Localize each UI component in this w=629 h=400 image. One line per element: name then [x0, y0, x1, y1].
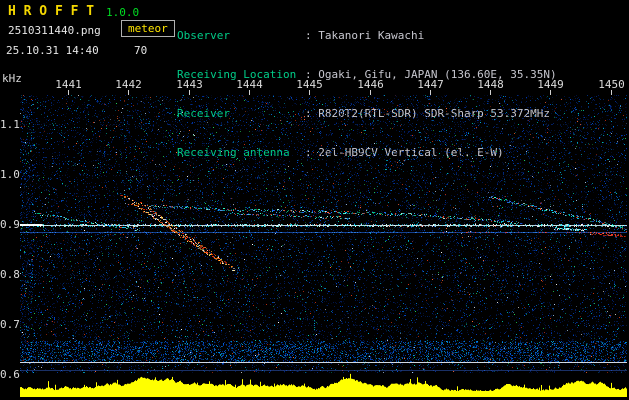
x-tick-mark — [610, 90, 612, 95]
level-value: 70 — [134, 44, 148, 57]
y-tick-label: 0.8 — [0, 268, 20, 281]
info-value: : Takanori Kawachi — [305, 29, 425, 42]
x-tick-mark — [309, 90, 311, 95]
signal-level-canvas — [20, 370, 627, 397]
info-row-observer: Observer : Takanori Kawachi — [177, 29, 557, 42]
x-tick-mark — [248, 90, 250, 95]
y-tick-label: 1.0 — [0, 168, 20, 181]
x-tick-mark — [369, 90, 371, 95]
x-tick-mark — [550, 90, 552, 95]
y-tick-label: 0.9 — [0, 218, 20, 231]
output-filename: 2510311440.png — [8, 24, 101, 37]
app-title: H R O F F T — [8, 4, 95, 19]
info-label: Observer — [177, 29, 230, 42]
hrofft-app: H R O F F T 1.0.0 2510311440.png meteor … — [0, 0, 629, 400]
y-tick-label: 0.6 — [0, 368, 20, 381]
y-tick-label: 0.7 — [0, 318, 20, 331]
mode-label: meteor — [128, 22, 168, 35]
x-tick-mark — [128, 90, 130, 95]
datetime-label: 25.10.31 14:40 — [6, 44, 99, 57]
x-tick-mark — [188, 90, 190, 95]
app-version: 1.0.0 — [106, 6, 140, 19]
y-axis-unit: kHz — [2, 72, 22, 85]
x-tick-mark — [490, 90, 492, 95]
x-tick-mark — [68, 90, 69, 95]
x-tick-label: 1446 — [357, 78, 384, 91]
y-tick-label: 1.1 — [0, 118, 20, 131]
x-tick-mark — [429, 90, 431, 95]
mode-badge: meteor — [121, 20, 175, 37]
spectrogram-canvas — [20, 95, 627, 373]
